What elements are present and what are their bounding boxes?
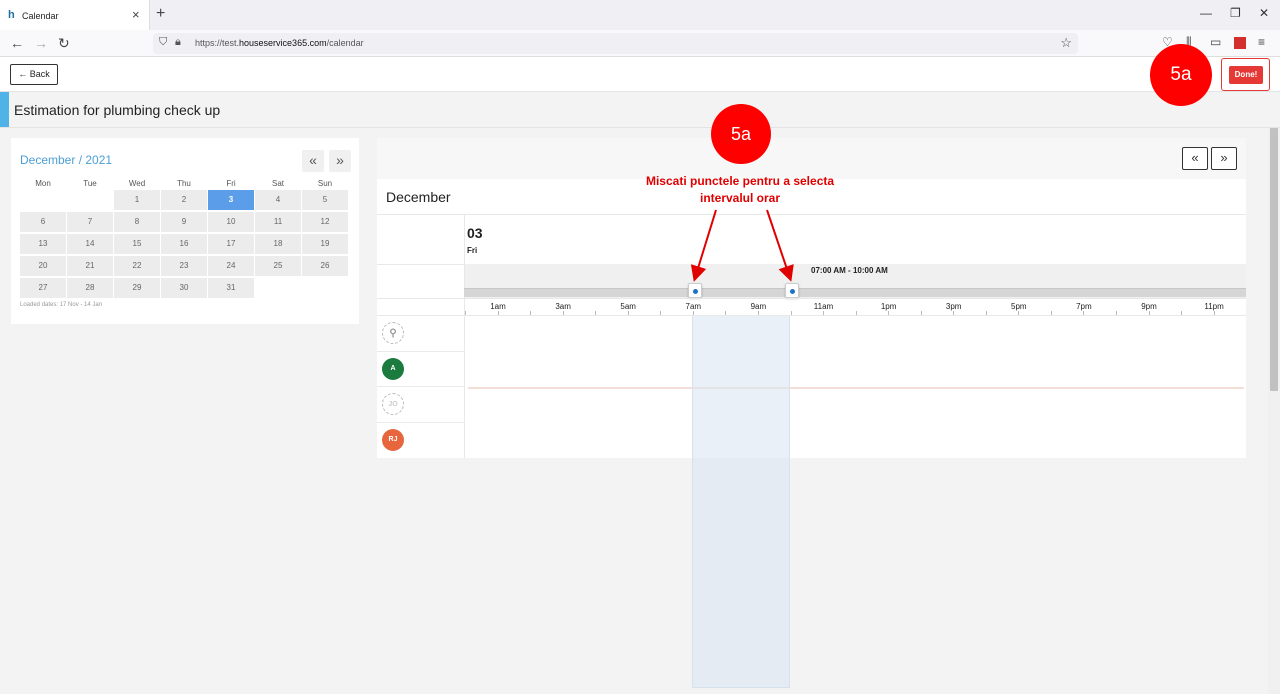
annotation-arrow-left: [690, 209, 717, 282]
annotation-arrows: [690, 209, 794, 282]
annotation-arrow-right: [766, 209, 794, 282]
